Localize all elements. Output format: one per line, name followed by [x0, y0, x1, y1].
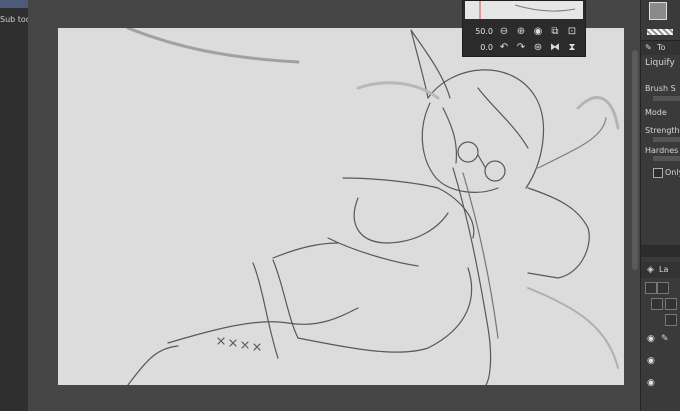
fit-icon[interactable]: ◉	[531, 24, 545, 38]
drawing-canvas[interactable]	[58, 28, 624, 385]
navigator-preview[interactable]	[465, 1, 583, 19]
canvas-vertical-scrollbar[interactable]	[632, 50, 638, 270]
tool-property-header[interactable]: ✎ To	[641, 40, 680, 55]
left-panel: Sub tool	[0, 0, 33, 411]
layer-visibility-eye-icon[interactable]: ◉	[647, 334, 655, 344]
left-panel-tab[interactable]	[0, 0, 28, 8]
tool-property-icon: ✎	[645, 43, 652, 52]
transparent-color-swatch[interactable]	[647, 29, 673, 35]
panel-divider	[641, 245, 680, 257]
tool-property-tab-label: To	[657, 43, 666, 52]
layer-panel-header[interactable]: ◈ La	[641, 262, 680, 278]
layer-pen-icon: ✎	[661, 334, 669, 344]
only-label: Only	[665, 168, 680, 177]
rotate-right-icon[interactable]: ↷	[514, 40, 528, 54]
layer-panel-tab-label: La	[659, 265, 669, 274]
layer-mask-icon[interactable]	[665, 314, 677, 326]
brush-size-slider[interactable]	[653, 96, 680, 101]
only-checkbox[interactable]	[653, 168, 663, 178]
brush-size-label: Brush S	[645, 84, 676, 93]
zoom-in-icon[interactable]: ⊕	[514, 24, 528, 38]
hardness-label: Hardnes	[645, 146, 679, 155]
main-color-swatch[interactable]	[649, 2, 667, 20]
navigator-rotate-row: 0.0 ↶ ↷ ⊛ ⧓ ⧗	[463, 39, 585, 55]
flip-horizontal-icon[interactable]: ⧓	[548, 40, 562, 54]
hardness-slider[interactable]	[653, 156, 680, 161]
fit-window-icon[interactable]: ⊡	[565, 24, 579, 38]
strength-label: Strength	[645, 126, 680, 135]
reset-rotation-icon[interactable]: ⊛	[531, 40, 545, 54]
rotation-value[interactable]: 0.0	[463, 43, 493, 52]
layer-lock-icon[interactable]	[651, 298, 663, 310]
navigator-thumbnail	[479, 1, 576, 19]
sketch-artwork	[126, 28, 620, 385]
navigator-zoom-row: 50.0 ⊖ ⊕ ◉ ⧉ ⊡	[463, 23, 585, 39]
right-panel: ✎ To Liquify Brush S Mode Strength Hardn…	[640, 0, 680, 411]
mode-label: Mode	[645, 108, 667, 117]
layer-visibility-eye-icon[interactable]: ◉	[647, 356, 655, 366]
chevron-down-icon[interactable]	[657, 282, 669, 294]
flip-vertical-icon[interactable]: ⧗	[565, 40, 579, 54]
navigator-panel: 50.0 ⊖ ⊕ ◉ ⧉ ⊡ 0.0 ↶ ↷ ⊛ ⧓ ⧗	[462, 0, 586, 57]
tool-name: Liquify	[645, 58, 675, 68]
rotate-left-icon[interactable]: ↶	[497, 40, 511, 54]
zoom-out-icon[interactable]: ⊖	[497, 24, 511, 38]
canvas-area	[28, 0, 640, 411]
zoom-value[interactable]: 50.0	[463, 27, 493, 36]
blend-mode-dropdown[interactable]	[645, 282, 657, 294]
strength-slider[interactable]	[653, 137, 680, 142]
layer-visibility-eye-icon[interactable]: ◉	[647, 378, 655, 388]
actual-size-icon[interactable]: ⧉	[548, 24, 562, 38]
layer-icon: ◈	[647, 265, 654, 275]
layer-clip-icon[interactable]	[665, 298, 677, 310]
